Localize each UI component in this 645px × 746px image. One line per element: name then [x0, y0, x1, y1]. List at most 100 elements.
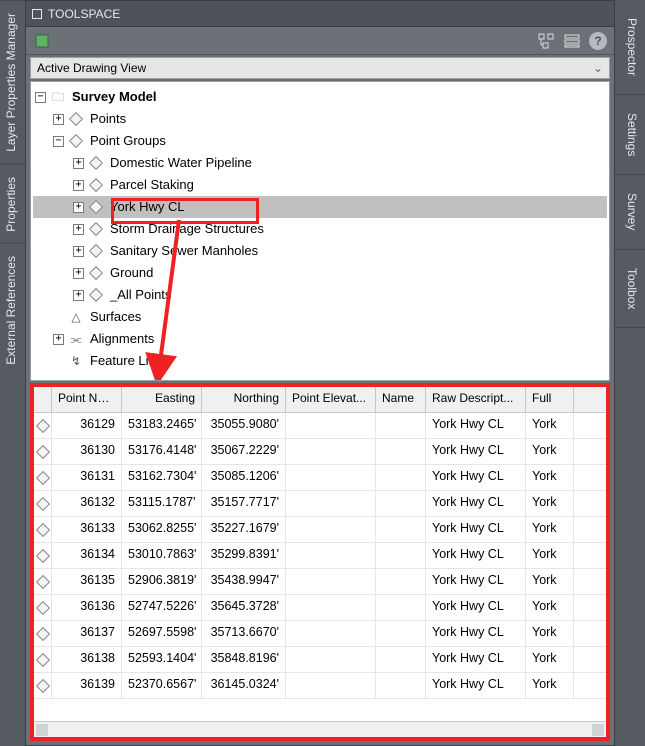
cell-name[interactable]	[376, 673, 426, 698]
cell-raw-description[interactable]: York Hwy CL	[426, 491, 526, 516]
horizontal-scrollbar[interactable]	[34, 721, 606, 737]
tree-node-pg-parcel-staking[interactable]: + Parcel Staking	[33, 174, 607, 196]
table-row[interactable]: 3613752697.5598'35713.6670'York Hwy CLYo…	[34, 621, 606, 647]
cell-elevation[interactable]	[286, 621, 376, 646]
expander-icon[interactable]: −	[35, 92, 46, 103]
tree-node-pg-storm-drainage[interactable]: + Storm Drainage Structures	[33, 218, 607, 240]
tree-node-alignments[interactable]: + ⫘ Alignments	[33, 328, 607, 350]
cell-point-number[interactable]: 36129	[52, 413, 122, 438]
cell-full-description[interactable]: York	[526, 647, 574, 672]
cell-northing[interactable]: 36145.0324'	[202, 673, 286, 698]
cell-raw-description[interactable]: York Hwy CL	[426, 439, 526, 464]
cell-name[interactable]	[376, 569, 426, 594]
cell-northing[interactable]: 35227.1679'	[202, 517, 286, 542]
grid-header-raw-description[interactable]: Raw Descript...	[426, 387, 526, 412]
cell-elevation[interactable]	[286, 517, 376, 542]
cell-elevation[interactable]	[286, 413, 376, 438]
cell-elevation[interactable]	[286, 647, 376, 672]
table-row[interactable]: 3613552906.3819'35438.9947'York Hwy CLYo…	[34, 569, 606, 595]
window-menu-icon[interactable]	[32, 9, 42, 19]
new-drawing-icon[interactable]	[32, 31, 52, 51]
expander-icon[interactable]: +	[73, 246, 84, 257]
cell-full-description[interactable]: York	[526, 413, 574, 438]
cell-full-description[interactable]: York	[526, 439, 574, 464]
cell-easting[interactable]: 52697.5598'	[122, 621, 202, 646]
cell-easting[interactable]: 53176.4148'	[122, 439, 202, 464]
cell-northing[interactable]: 35645.3728'	[202, 595, 286, 620]
cell-raw-description[interactable]: York Hwy CL	[426, 647, 526, 672]
cell-full-description[interactable]: York	[526, 517, 574, 542]
cell-full-description[interactable]: York	[526, 569, 574, 594]
cell-raw-description[interactable]: York Hwy CL	[426, 465, 526, 490]
cell-name[interactable]	[376, 491, 426, 516]
expander-icon[interactable]: +	[73, 202, 84, 213]
cell-raw-description[interactable]: York Hwy CL	[426, 595, 526, 620]
cell-easting[interactable]: 52747.5226'	[122, 595, 202, 620]
cell-point-number[interactable]: 36133	[52, 517, 122, 542]
cell-raw-description[interactable]: York Hwy CL	[426, 673, 526, 698]
cell-point-number[interactable]: 36134	[52, 543, 122, 568]
cell-elevation[interactable]	[286, 673, 376, 698]
table-row[interactable]: 3613453010.7863'35299.8391'York Hwy CLYo…	[34, 543, 606, 569]
expander-icon[interactable]: −	[53, 136, 64, 147]
tree-node-pg-domestic-water[interactable]: + Domestic Water Pipeline	[33, 152, 607, 174]
cell-name[interactable]	[376, 413, 426, 438]
grid-header-northing[interactable]: Northing	[202, 387, 286, 412]
cell-full-description[interactable]: York	[526, 621, 574, 646]
cell-easting[interactable]: 53010.7863'	[122, 543, 202, 568]
tree-node-surfaces[interactable]: △ Surfaces	[33, 306, 607, 328]
expander-icon[interactable]: +	[73, 268, 84, 279]
cell-full-description[interactable]: York	[526, 543, 574, 568]
cell-elevation[interactable]	[286, 569, 376, 594]
tree-node-points[interactable]: + Points	[33, 108, 607, 130]
tree-root-survey-model[interactable]: − Survey Model	[33, 86, 607, 108]
cell-elevation[interactable]	[286, 439, 376, 464]
table-row[interactable]: 3613852593.1404'35848.8196'York Hwy CLYo…	[34, 647, 606, 673]
cell-northing[interactable]: 35713.6670'	[202, 621, 286, 646]
cell-raw-description[interactable]: York Hwy CL	[426, 621, 526, 646]
table-row[interactable]: 3613952370.6567'36145.0324'York Hwy CLYo…	[34, 673, 606, 699]
expander-icon[interactable]: +	[73, 158, 84, 169]
cell-point-number[interactable]: 36132	[52, 491, 122, 516]
tree-node-pg-york-hwy-cl[interactable]: + York Hwy CL	[33, 196, 607, 218]
grid-header-icon-col[interactable]	[34, 387, 52, 412]
cell-name[interactable]	[376, 595, 426, 620]
cell-easting[interactable]: 52906.3819'	[122, 569, 202, 594]
left-tab-properties[interactable]: Properties	[0, 164, 25, 244]
cell-name[interactable]	[376, 517, 426, 542]
grid-header-elevation[interactable]: Point Elevat...	[286, 387, 376, 412]
tree-node-pg-all-points[interactable]: + _All Points	[33, 284, 607, 306]
cell-easting[interactable]: 53183.2465'	[122, 413, 202, 438]
right-tab-settings[interactable]: Settings	[615, 95, 645, 175]
expander-icon[interactable]: +	[53, 114, 64, 125]
table-row[interactable]: 3613153162.7304'35085.1206'York Hwy CLYo…	[34, 465, 606, 491]
cell-northing[interactable]: 35085.1206'	[202, 465, 286, 490]
cell-raw-description[interactable]: York Hwy CL	[426, 543, 526, 568]
table-row[interactable]: 3613652747.5226'35645.3728'York Hwy CLYo…	[34, 595, 606, 621]
prospector-tree[interactable]: − Survey Model + Points − Point Groups +	[30, 81, 610, 381]
cell-name[interactable]	[376, 439, 426, 464]
cell-full-description[interactable]: York	[526, 595, 574, 620]
tree-node-pg-sanitary-sewer[interactable]: + Sanitary Sewer Manholes	[33, 240, 607, 262]
cell-northing[interactable]: 35848.8196'	[202, 647, 286, 672]
cell-elevation[interactable]	[286, 595, 376, 620]
grid-header-name[interactable]: Name	[376, 387, 426, 412]
right-tab-survey[interactable]: Survey	[615, 175, 645, 249]
table-row[interactable]: 3613053176.4148'35067.2229'York Hwy CLYo…	[34, 439, 606, 465]
tree-view-icon[interactable]	[536, 31, 556, 51]
cell-easting[interactable]: 53062.8255'	[122, 517, 202, 542]
cell-northing[interactable]: 35067.2229'	[202, 439, 286, 464]
cell-raw-description[interactable]: York Hwy CL	[426, 569, 526, 594]
cell-northing[interactable]: 35438.9947'	[202, 569, 286, 594]
cell-name[interactable]	[376, 621, 426, 646]
cell-northing[interactable]: 35157.7717'	[202, 491, 286, 516]
cell-easting[interactable]: 53115.1787'	[122, 491, 202, 516]
grid-header-full-description[interactable]: Full	[526, 387, 574, 412]
cell-full-description[interactable]: York	[526, 491, 574, 516]
cell-point-number[interactable]: 36139	[52, 673, 122, 698]
cell-name[interactable]	[376, 465, 426, 490]
cell-full-description[interactable]: York	[526, 465, 574, 490]
grid-header-point-number[interactable]: Point Num...	[52, 387, 122, 412]
expander-icon[interactable]: +	[73, 180, 84, 191]
table-row[interactable]: 3613253115.1787'35157.7717' York Hwy CLYo…	[34, 491, 606, 517]
